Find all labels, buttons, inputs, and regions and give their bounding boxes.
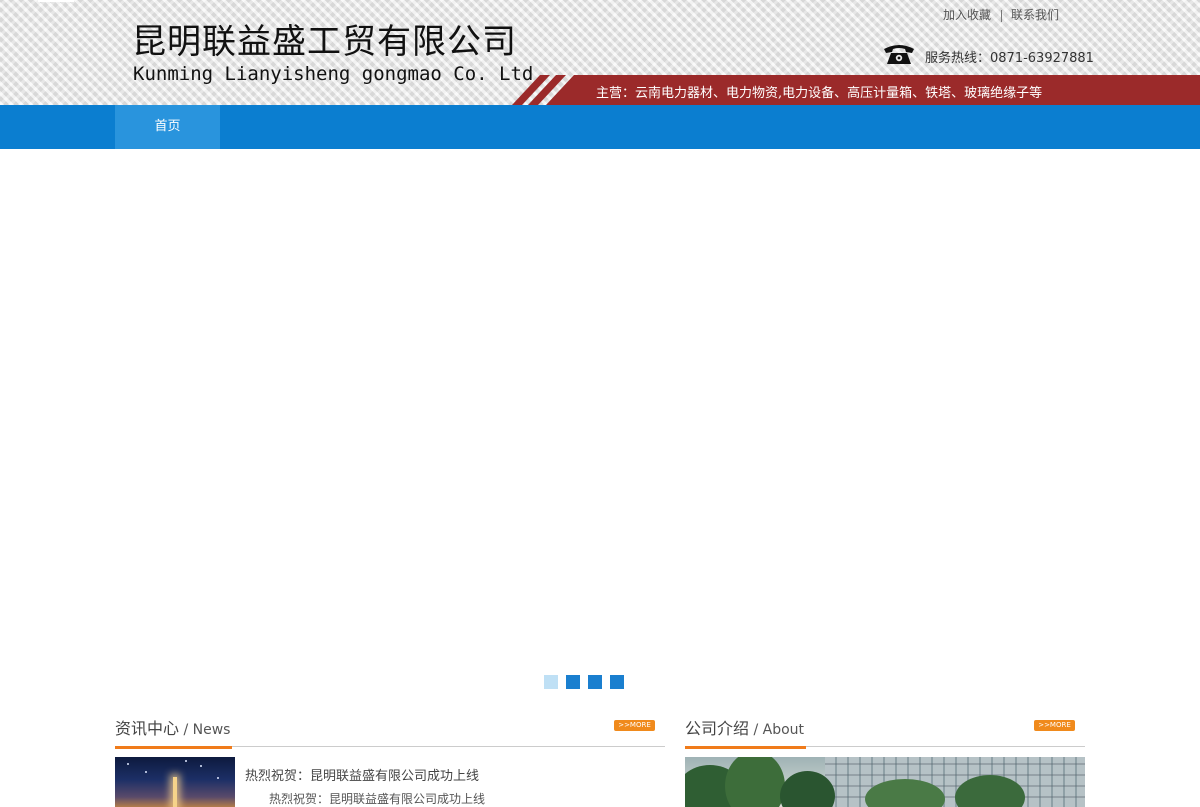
- banner-dot-1[interactable]: [544, 675, 558, 689]
- light-beam: [173, 777, 177, 807]
- star-icon: [200, 765, 202, 767]
- news-section-title: 资讯中心 / News: [115, 716, 233, 749]
- top-links: 加入收藏 联系我们: [943, 6, 1059, 23]
- news-item-desc: 热烈祝贺：昆明联益盛有限公司成功上线: [269, 792, 486, 806]
- banner-dot-3[interactable]: [588, 675, 602, 689]
- link-divider: [1001, 10, 1003, 22]
- main-nav: 首页: [0, 105, 1200, 149]
- news-title-cn: 资讯中心: [115, 719, 180, 738]
- about-section-header: 公司介绍 / About >>MORE: [685, 716, 1085, 749]
- star-icon: [185, 760, 187, 762]
- company-name-cn: 昆明联益盛工贸有限公司: [132, 22, 517, 62]
- news-section-header: 资讯中心 / News >>MORE: [115, 716, 665, 749]
- contact-us-link[interactable]: 联系我们: [1011, 8, 1059, 22]
- news-title-en: / News: [179, 722, 231, 738]
- news-more-button[interactable]: >>MORE: [614, 720, 655, 731]
- company-name-en: Kunming Lianyisheng gongmao Co. Ltd.: [133, 63, 545, 85]
- star-icon: [217, 777, 219, 779]
- banner-dot-2[interactable]: [566, 675, 580, 689]
- service-hotline: 服务热线：0871-63927881: [925, 51, 1094, 66]
- main-business-slogan: 主营：云南电力器材、电力物资,电力设备、高压计量箱、铁塔、玻璃绝缘子等: [596, 86, 1043, 101]
- add-favorite-link[interactable]: 加入收藏: [943, 8, 991, 22]
- about-title-en: / About: [749, 722, 805, 738]
- star-icon: [145, 771, 147, 773]
- header: 昆明联益盛工贸有限公司 Kunming Lianyisheng gongmao …: [0, 0, 1200, 105]
- star-icon: [127, 763, 129, 765]
- about-more-button[interactable]: >>MORE: [1034, 720, 1075, 731]
- about-section-title: 公司介绍 / About: [685, 716, 807, 749]
- top-mark: [38, 0, 74, 2]
- news-item-title[interactable]: 热烈祝贺：昆明联益盛有限公司成功上线: [245, 765, 479, 784]
- phone-icon: [882, 42, 916, 66]
- about-title-cn: 公司介绍: [685, 719, 750, 738]
- banner-dot-4[interactable]: [610, 675, 624, 689]
- nav-item-home[interactable]: 首页: [115, 105, 220, 149]
